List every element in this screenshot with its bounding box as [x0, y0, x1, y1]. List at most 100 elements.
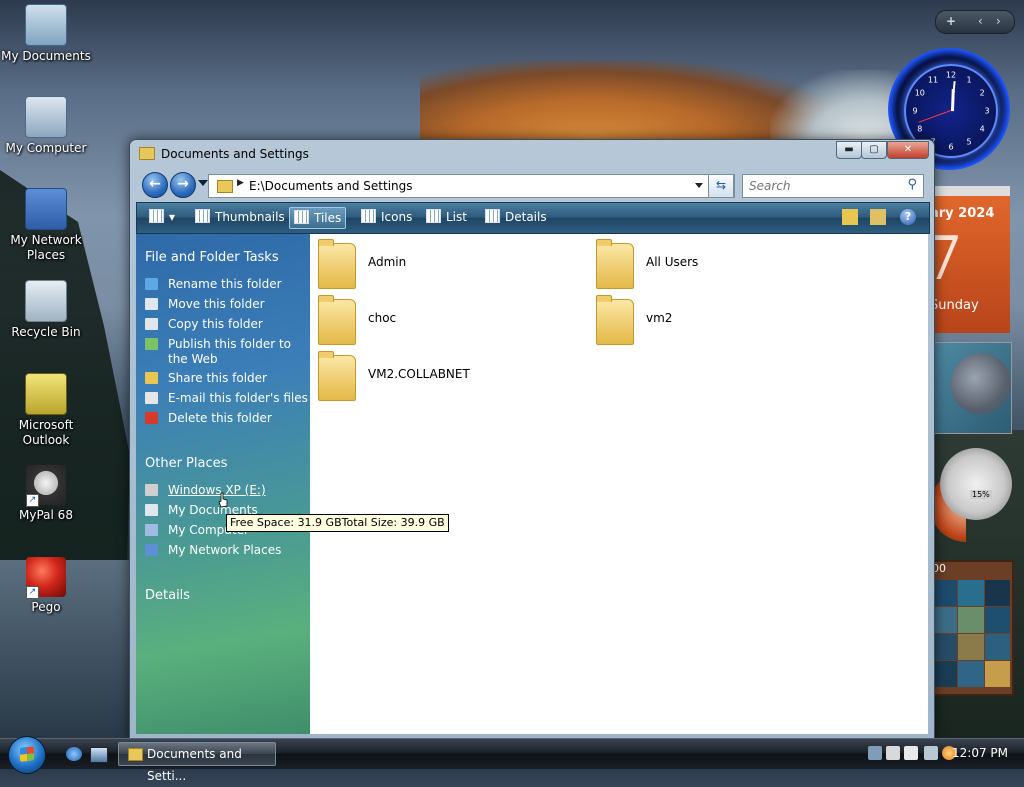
- folder-icon: [318, 239, 356, 289]
- tiles-icon: [294, 210, 309, 224]
- puzzle-tile[interactable]: [958, 661, 984, 687]
- folder-tile[interactable]: choc: [318, 294, 578, 345]
- details-button[interactable]: Details: [481, 207, 551, 227]
- desktop-icon-network[interactable]: My Network Places: [0, 188, 92, 263]
- system-tray: 12:07 PM: [862, 742, 1022, 766]
- clock-numeral: 6: [948, 142, 954, 152]
- task-publish-web[interactable]: Publish this folder to the Web: [145, 337, 308, 367]
- picture-puzzle-gadget[interactable]: 00: [928, 560, 1014, 696]
- folder-icon: [318, 295, 356, 345]
- device-tray-icon[interactable]: [886, 746, 900, 760]
- other-places-heading[interactable]: Other Places: [145, 456, 227, 471]
- task-delete-folder[interactable]: Delete this folder: [145, 411, 308, 426]
- drive-tooltip: Free Space: 31.9 GBTotal Size: 39.9 GB: [226, 514, 449, 532]
- puzzle-tile[interactable]: [958, 580, 984, 606]
- details-heading[interactable]: Details: [145, 588, 190, 603]
- calendar-gadget[interactable]: ary 2024 7 Sunday: [924, 186, 1010, 333]
- email-icon: [145, 392, 158, 404]
- safely-remove-icon[interactable]: [904, 746, 918, 760]
- taskbar-clock[interactable]: 12:07 PM: [952, 746, 1008, 760]
- shortcut-arrow-icon: ↗: [26, 586, 39, 599]
- start-button[interactable]: [8, 736, 46, 774]
- folder-icon: [596, 295, 634, 345]
- clock-numeral: 10: [914, 88, 925, 98]
- puzzle-tile[interactable]: [958, 607, 984, 633]
- slideshow-gadget[interactable]: [930, 342, 1012, 434]
- puzzle-tile[interactable]: [932, 634, 958, 660]
- arrow-right-icon: →: [177, 176, 189, 192]
- puzzle-tile[interactable]: [984, 634, 1010, 660]
- refresh-button[interactable]: ⇆: [708, 174, 734, 198]
- folder-tile[interactable]: All Users: [596, 238, 856, 289]
- place-network[interactable]: My Network Places: [145, 543, 308, 558]
- close-button[interactable]: ✕: [887, 141, 929, 159]
- new-folder-icon[interactable]: [842, 209, 858, 225]
- thumbnails-button[interactable]: Thumbnails: [191, 207, 289, 227]
- list-button[interactable]: List: [422, 207, 471, 227]
- search-input[interactable]: [747, 178, 901, 194]
- help-icon[interactable]: ?: [900, 209, 916, 225]
- display-tray-icon[interactable]: [924, 746, 938, 760]
- taskbar: Documents and Setti... 12:07 PM: [0, 736, 1024, 783]
- prev-gadget-button[interactable]: ‹: [978, 14, 983, 28]
- puzzle-tile[interactable]: [932, 661, 958, 687]
- back-button[interactable]: ←: [142, 172, 168, 198]
- task-rename-folder[interactable]: Rename this folder: [145, 277, 308, 292]
- folder-tile[interactable]: VM2.COLLABNET: [318, 350, 578, 401]
- desktop-icon-my-documents[interactable]: My Documents: [0, 4, 92, 64]
- puzzle-tile[interactable]: [984, 661, 1010, 687]
- icons-button[interactable]: Icons: [357, 207, 416, 227]
- search-box[interactable]: ⚲: [742, 174, 924, 198]
- address-row: ← → ▶ E:\Documents and Settings ⇆ ⚲: [136, 170, 928, 200]
- folder-tile[interactable]: vm2: [596, 294, 856, 345]
- tiles-button[interactable]: Tiles: [289, 207, 347, 229]
- puzzle-tile[interactable]: [932, 607, 958, 633]
- puzzle-tile[interactable]: [984, 580, 1010, 606]
- puzzle-tile[interactable]: [932, 580, 958, 606]
- address-bar[interactable]: ▶ E:\Documents and Settings: [208, 174, 735, 198]
- task-share-folder[interactable]: Share this folder: [145, 371, 308, 386]
- next-gadget-button[interactable]: ›: [996, 14, 1001, 28]
- network-tray-icon[interactable]: [868, 746, 882, 760]
- list-icon: [426, 209, 441, 223]
- puzzle-tile[interactable]: [984, 607, 1010, 633]
- meter-percent: 15%: [970, 490, 992, 499]
- title-bar[interactable]: Documents and Settings ▬ ▢ ✕: [130, 140, 934, 168]
- internet-explorer-icon[interactable]: [66, 747, 82, 761]
- taskbar-window-button[interactable]: Documents and Setti...: [118, 742, 276, 783]
- show-desktop-icon[interactable]: [90, 747, 108, 763]
- puzzle-grid: [930, 578, 1012, 689]
- desktop-icon-my-computer[interactable]: My Computer: [0, 96, 92, 156]
- views-menu-button[interactable]: ▾: [145, 207, 181, 227]
- desktop-icon-pego[interactable]: ↗ Pego: [0, 557, 92, 615]
- thumbnails-icon: [195, 209, 210, 223]
- clock-numeral: 4: [979, 124, 985, 134]
- search-icon[interactable]: ⚲: [907, 177, 917, 192]
- task-email-files[interactable]: E-mail this folder's files: [145, 391, 308, 406]
- network-icon: [145, 544, 158, 556]
- folder-tile[interactable]: Admin: [318, 238, 578, 289]
- address-dropdown-icon[interactable]: [695, 183, 703, 188]
- hand-cursor-icon: [218, 492, 228, 508]
- desktop-icon-recycle-bin[interactable]: Recycle Bin: [0, 280, 92, 340]
- details-icon: [485, 209, 500, 223]
- puzzle-tile[interactable]: [958, 634, 984, 660]
- add-gadget-button[interactable]: +: [946, 14, 956, 28]
- view-toolbar: ▾ Thumbnails Tiles Icons List Details ?: [136, 202, 930, 234]
- task-copy-folder[interactable]: Copy this folder: [145, 317, 308, 332]
- my-documents-icon: [25, 4, 67, 46]
- memory-meter-gadget[interactable]: 15%: [940, 448, 1012, 520]
- window-title: Documents and Settings: [161, 147, 309, 161]
- forward-button[interactable]: →: [170, 172, 196, 198]
- breadcrumb-arrow-icon[interactable]: ▶: [237, 178, 244, 188]
- sidebar-gadget-controls: + ‹ ›: [935, 10, 1015, 34]
- maximize-button[interactable]: ▢: [861, 141, 887, 159]
- tasks-heading[interactable]: File and Folder Tasks: [145, 250, 279, 265]
- history-dropdown-icon[interactable]: [198, 180, 208, 186]
- task-move-folder[interactable]: Move this folder: [145, 297, 308, 312]
- desktop-icon-mypal[interactable]: ↗ MyPal 68: [0, 465, 92, 523]
- desktop-icon-outlook[interactable]: Microsoft Outlook: [0, 373, 92, 448]
- minimize-button[interactable]: ▬: [836, 141, 862, 159]
- folder-options-icon[interactable]: [870, 209, 886, 225]
- recycle-bin-icon: [25, 280, 67, 322]
